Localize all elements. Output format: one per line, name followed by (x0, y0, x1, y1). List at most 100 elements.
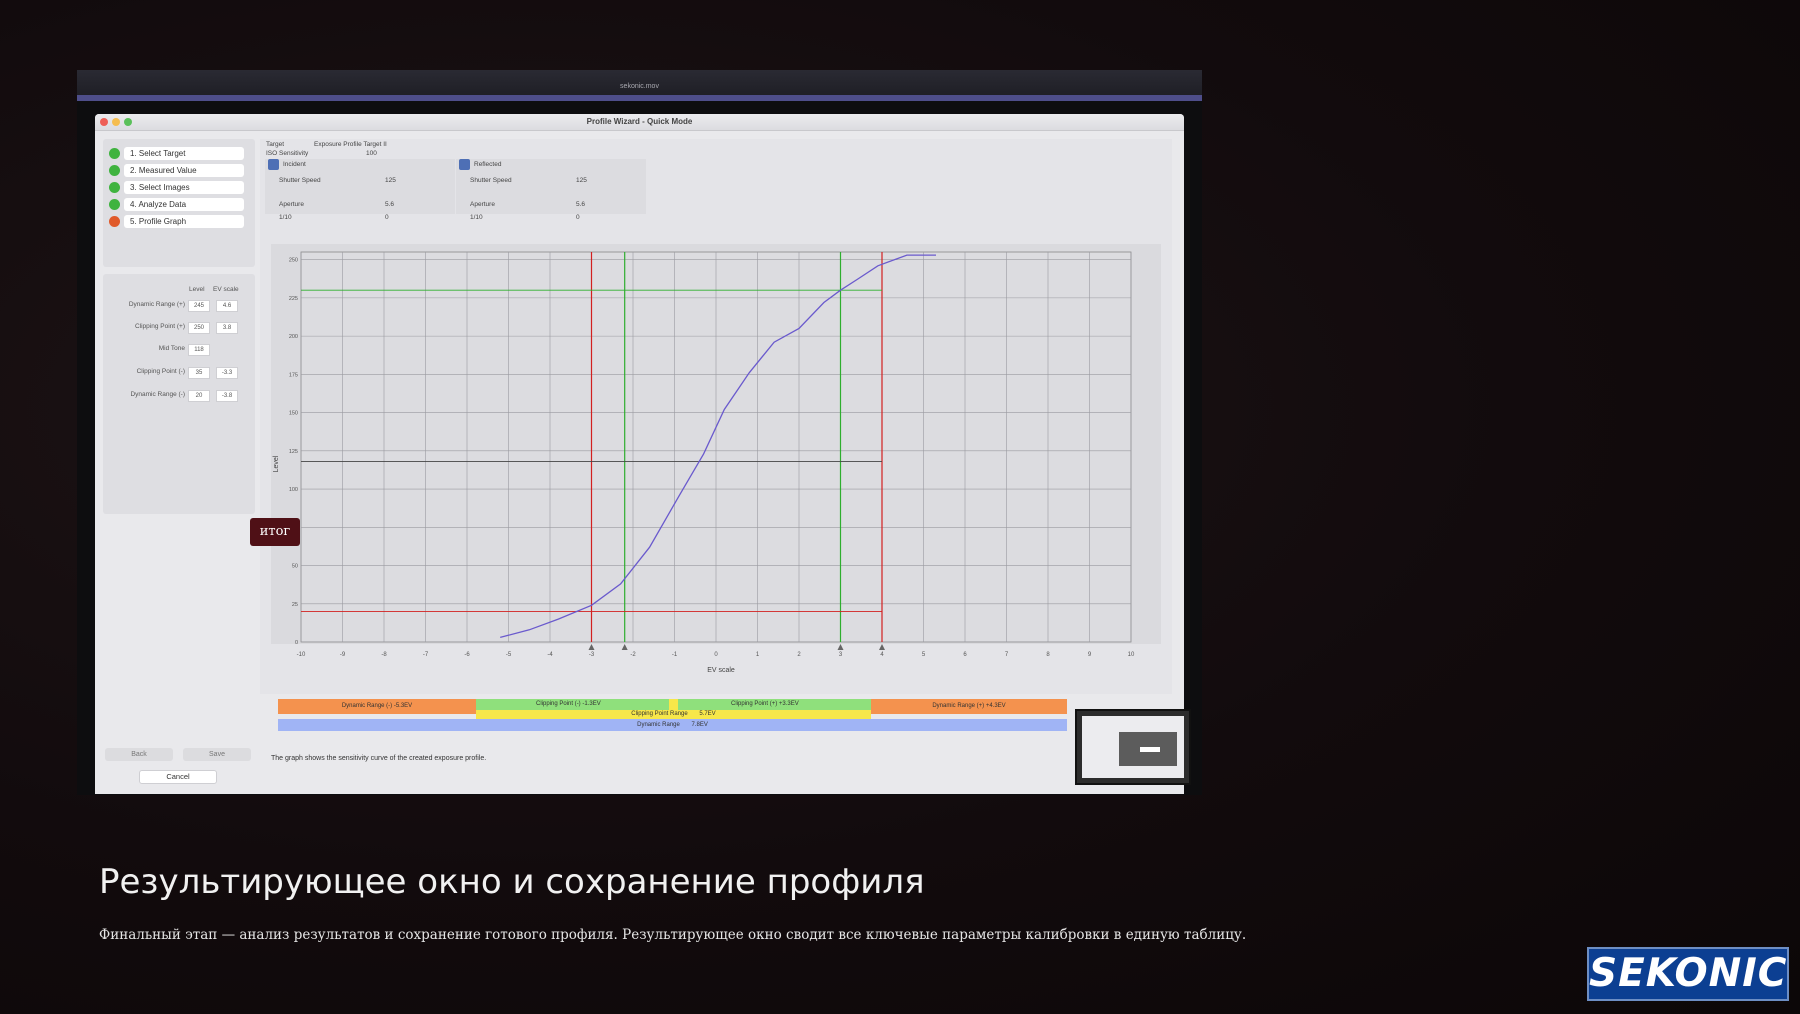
iso-value: 100 (366, 150, 377, 157)
reflected-shutter-value: 125 (576, 177, 587, 184)
value-row-cp-minus: Clipping Point (-) 35 -3.3 (103, 367, 255, 379)
incident-shutter-value: 125 (385, 177, 396, 184)
level-field: 250 (188, 322, 210, 334)
ev-field: -3.8 (216, 390, 238, 402)
profile-graph: -10-9-8-7-6-5-4-3-2-1012345678910 025507… (271, 244, 1171, 684)
reflected-tenths-value: 0 (576, 214, 580, 221)
incident-meter-icon (268, 159, 279, 170)
step-profile-graph[interactable]: 5. Profile Graph (109, 215, 249, 229)
step-select-images[interactable]: 3. Select Images (109, 181, 249, 195)
window-title: Profile Wizard - Quick Mode (586, 117, 693, 126)
col-level-header: Level (189, 286, 205, 293)
incident-panel: Incident Shutter Speed 125 Aperture 5.6 … (265, 159, 455, 221)
wizard-sidebar: 1. Select Target 2. Measured Value 3. Se… (103, 139, 255, 784)
reflected-shutter-label: Shutter Speed (470, 177, 512, 184)
step-label: 2. Measured Value (124, 164, 244, 177)
dr-minus-text: Dynamic Range (-) -5.3EV (341, 703, 413, 709)
x-tick-label: 10 (1128, 652, 1135, 658)
x-tick-label: -7 (423, 652, 429, 658)
dyn-range-label: Dynamic Range (637, 722, 680, 728)
x-axis-label: EV scale (707, 667, 735, 674)
incident-tenths-label: 1/10 (279, 214, 292, 221)
graph-caption: The graph shows the sensitivity curve of… (271, 755, 487, 762)
step-select-target[interactable]: 1. Select Target (109, 147, 249, 161)
reflected-aperture-label: Aperture (470, 201, 495, 208)
back-button[interactable]: Back (105, 748, 173, 761)
reflected-meter-icon (459, 159, 470, 170)
y-tick-label: 50 (292, 564, 298, 570)
level-field: 35 (188, 367, 210, 379)
step-list: 1. Select Target 2. Measured Value 3. Se… (103, 139, 255, 267)
step-measured-value[interactable]: 2. Measured Value (109, 164, 249, 178)
x-tick-label: -10 (297, 652, 306, 658)
cancel-button[interactable]: Cancel (139, 770, 217, 784)
y-tick-label: 150 (289, 411, 298, 417)
profile-chart-svg: -10-9-8-7-6-5-4-3-2-1012345678910 025507… (271, 244, 1171, 684)
step-status-icon (109, 182, 120, 193)
y-tick-label: 100 (289, 487, 298, 493)
reflected-title: Reflected (474, 161, 502, 168)
step-label: 3. Select Images (124, 181, 244, 194)
minimize-icon[interactable] (112, 118, 120, 126)
step-analyze-data[interactable]: 4. Analyze Data (109, 198, 249, 212)
y-tick-label: 25 (292, 602, 298, 608)
slide-headline: Результирующее окно и сохранение профиля (99, 862, 925, 902)
dynamic-range-bar: Dynamic Range 7.8EV (278, 719, 1067, 731)
reflected-aperture-value: 5.6 (576, 201, 586, 208)
midtone-marker (669, 699, 678, 710)
value-row-dr-plus: Dynamic Range (+) 245 4.6 (103, 300, 255, 312)
value-row-label: Clipping Point (+) (134, 323, 185, 330)
y-tick-label: 200 (289, 334, 298, 340)
x-tick-label: -8 (381, 652, 387, 658)
iso-label: ISO Sensitivity (266, 150, 309, 157)
target-label: Target (266, 141, 285, 148)
incident-tenths-value: 0 (385, 214, 389, 221)
target-value: Exposure Profile Target II (314, 141, 387, 148)
x-tick-label: -9 (340, 652, 346, 658)
x-tick-label: -5 (506, 652, 512, 658)
reflected-tenths-label: 1/10 (470, 214, 483, 221)
step-label: 4. Analyze Data (124, 198, 244, 211)
y-tick-label: 0 (295, 640, 298, 646)
step-label: 1. Select Target (124, 147, 244, 160)
x-tick-label: -1 (672, 652, 678, 658)
y-tick-label: 225 (289, 296, 298, 302)
x-tick-label: -3 (589, 652, 595, 658)
x-tick-label: -6 (464, 652, 470, 658)
video-title-strip (77, 95, 1202, 101)
video-thumbnail[interactable] (1075, 709, 1191, 785)
clip-range-total-bar: Clipping Point Range 5.7EV (476, 710, 871, 719)
value-row-label: Clipping Point (-) (136, 368, 185, 375)
incident-aperture-label: Aperture (279, 201, 304, 208)
level-field: 20 (188, 390, 210, 402)
incident-title: Incident (283, 161, 306, 168)
value-row-label: Dynamic Range (+) (128, 301, 185, 308)
x-tick-label: -4 (547, 652, 553, 658)
step-status-icon (109, 216, 120, 227)
clip-range-label: Clipping Point Range (631, 711, 688, 717)
video-title-bar: sekonic.mov (77, 70, 1202, 101)
close-icon[interactable] (100, 118, 108, 126)
value-row-cp-plus: Clipping Point (+) 250 3.8 (103, 322, 255, 334)
profile-wizard-window: Profile Wizard - Quick Mode 1. Select Ta… (95, 114, 1184, 794)
y-axis-label: Level (273, 455, 280, 472)
slide-description: Финальный этап — анализ результатов и со… (99, 927, 1247, 943)
sekonic-logo: SEKONIC (1587, 947, 1789, 1001)
y-tick-label: 125 (289, 449, 298, 455)
video-frame: sekonic.mov Profile Wizard - Quick Mode … (77, 70, 1202, 795)
value-row-dr-minus: Dynamic Range (-) 20 -3.8 (103, 390, 255, 402)
ev-field: 4.6 (216, 300, 238, 312)
step-status-icon (109, 148, 120, 159)
y-tick-label: 250 (289, 258, 298, 264)
cp-plus-text: Clipping Point (+) +3.3EV (731, 701, 799, 707)
level-field: 118 (188, 344, 210, 356)
ev-field: 3.8 (216, 322, 238, 334)
cp-minus-text: Clipping Point (-) -1.3EV (536, 701, 601, 707)
x-tick-label: -2 (630, 652, 636, 658)
maximize-icon[interactable] (124, 118, 132, 126)
window-titlebar: Profile Wizard - Quick Mode (95, 114, 1184, 131)
dr-plus-bar: Dynamic Range (+) +4.3EV (871, 699, 1067, 714)
save-button[interactable]: Save (183, 748, 251, 761)
video-title: sekonic.mov (620, 83, 659, 90)
thumbnail-highlight (1140, 747, 1160, 752)
